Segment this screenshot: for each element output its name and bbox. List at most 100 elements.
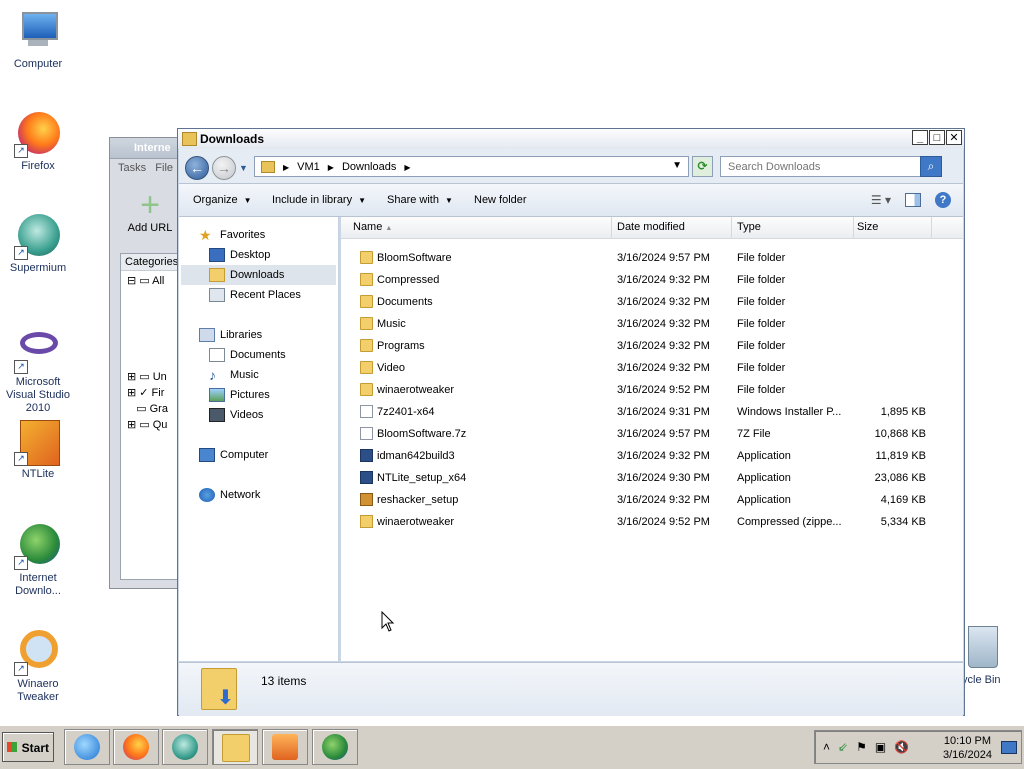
nav-libraries[interactable]: Libraries (199, 325, 357, 345)
search-icon[interactable]: ⌕ (920, 156, 942, 177)
file-row[interactable]: 7z2401-x64 3/16/2024 9:31 PM Windows Insta… (341, 401, 963, 423)
action-center-flag-icon[interactable]: ⚑ (856, 740, 867, 754)
desktop-icon-firefox[interactable]: ↗ Firefox (0, 110, 76, 173)
search-box[interactable]: ⌕ (720, 156, 942, 177)
nav-music[interactable]: ♪ Music (209, 365, 337, 385)
tree-item[interactable]: ▭ Gra (127, 401, 183, 417)
breadcrumb-downloads[interactable]: Downloads (342, 161, 396, 173)
forward-button[interactable]: → (212, 156, 236, 180)
file-name: Music (377, 318, 406, 330)
file-name: reshacker_setup (377, 494, 459, 506)
help-icon[interactable]: ? (935, 192, 951, 208)
start-button[interactable]: Start (2, 732, 54, 762)
desktop-icon-recycle-bin[interactable]: ycle Bin (962, 626, 1024, 686)
taskbar-idm[interactable] (312, 729, 358, 765)
nav-videos[interactable]: Videos (209, 405, 337, 425)
file-date-modified: 3/16/2024 9:32 PM (617, 362, 710, 374)
desktop-icon-computer[interactable]: Computer (0, 8, 76, 71)
nav-network[interactable]: Network (199, 485, 357, 505)
file-row[interactable]: Programs 3/16/2024 9:32 PM File folder (341, 335, 963, 357)
chevron-right-icon[interactable]: ▶ (283, 163, 289, 172)
desktop-icon-ntlite[interactable]: ↗ NTLite (0, 418, 76, 481)
nav-computer[interactable]: Computer (199, 445, 357, 465)
minimize-button[interactable]: _ (912, 130, 928, 145)
tree-item[interactable]: ⊟ ▭ All (127, 273, 183, 289)
clock-time: 10:10 PM (943, 735, 992, 747)
column-size[interactable]: Size (854, 217, 932, 238)
share-with-button[interactable]: Share with ▼ (387, 194, 453, 206)
title-bar[interactable]: Downloads _ □ ✕ (178, 129, 964, 149)
column-type[interactable]: Type (732, 217, 854, 238)
preview-pane-icon[interactable] (905, 193, 921, 207)
clock[interactable]: 10:10 PM 3/16/2024 (943, 734, 992, 762)
column-headers: Name ▲ Date modified Type Size (341, 217, 963, 239)
desktop-icon-label: Firefox (21, 160, 55, 172)
include-in-library-button[interactable]: Include in library ▼ (272, 194, 366, 206)
show-desktop-button[interactable] (1001, 741, 1017, 754)
file-row[interactable]: idman642build3 3/16/2024 9:32 PM Applicati… (341, 445, 963, 467)
file-name: Programs (377, 340, 425, 352)
file-icon (360, 471, 373, 484)
file-row[interactable]: winaerotweaker 3/16/2024 9:52 PM Compresse… (341, 511, 963, 533)
file-row[interactable]: BloomSoftware.7z 3/16/2024 9:57 PM 7Z File… (341, 423, 963, 445)
idm-tray-icon[interactable]: ⇙ (838, 740, 848, 754)
libraries-icon (199, 328, 215, 342)
desktop-icon-visual-studio[interactable]: ↗ Microsoft Visual Studio 2010 (0, 326, 76, 415)
chevron-right-icon[interactable]: ▶ (404, 163, 410, 172)
taskbar-supermium[interactable] (162, 729, 208, 765)
tree-item[interactable]: ⊞ ✓ Fir (127, 385, 183, 401)
history-dropdown-icon[interactable]: ▼ (239, 163, 248, 173)
nav-desktop[interactable]: Desktop (209, 245, 337, 265)
close-button[interactable]: ✕ (946, 130, 962, 145)
sort-up-icon: ▲ (385, 225, 393, 232)
tree-item[interactable]: ⊞ ▭ Qu (127, 417, 183, 433)
taskbar-firefox[interactable] (113, 729, 159, 765)
maximize-button[interactable]: □ (929, 130, 945, 145)
taskbar-internet-explorer[interactable] (64, 729, 110, 765)
file-row[interactable]: winaerotweaker 3/16/2024 9:52 PM File fold… (341, 379, 963, 401)
nav-pictures[interactable]: Pictures (209, 385, 337, 405)
column-date-modified[interactable]: Date modified (612, 217, 732, 238)
file-size: 1,895 KB (880, 406, 926, 418)
file-row[interactable]: Music 3/16/2024 9:32 PM File folder (341, 313, 963, 335)
desktop-icon-winaero[interactable]: ↗ Winaero Tweaker (0, 628, 76, 704)
shortcut-arrow-icon: ↗ (14, 662, 28, 676)
back-button[interactable]: ← (185, 156, 209, 180)
explorer-window[interactable]: Downloads _ □ ✕ ← → ▼ ▶ VM1 ▶ Downloads … (177, 128, 965, 716)
file-row[interactable]: reshacker_setup 3/16/2024 9:32 PM Applicat… (341, 489, 963, 511)
desktop-icon-supermium[interactable]: ↗ Supermium (0, 212, 76, 275)
file-row[interactable]: BloomSoftware 3/16/2024 9:57 PM File folde… (341, 247, 963, 269)
view-options-icon[interactable]: ☰ ▾ (871, 193, 891, 207)
file-row[interactable]: NTLite_setup_x64 3/16/2024 9:30 PM Applica… (341, 467, 963, 489)
add-url-button[interactable]: + Add URL (120, 188, 180, 234)
file-row[interactable]: Video 3/16/2024 9:32 PM File folder (341, 357, 963, 379)
column-name[interactable]: Name ▲ (341, 217, 612, 238)
volume-muted-icon[interactable]: 🔇 (894, 740, 909, 754)
chevron-right-icon[interactable]: ▶ (328, 163, 334, 172)
search-input[interactable] (726, 160, 910, 174)
organize-button[interactable]: Organize ▼ (193, 194, 252, 206)
breadcrumb-vm1[interactable]: VM1 (297, 161, 320, 173)
chevron-down-icon: ▼ (358, 196, 367, 205)
file-type: Application (737, 494, 791, 506)
nav-downloads[interactable]: Downloads (181, 265, 336, 285)
network-icon[interactable]: ▣ (875, 740, 886, 754)
file-row[interactable]: Compressed 3/16/2024 9:32 PM File folder (341, 269, 963, 291)
refresh-button[interactable]: ⟳ (692, 156, 713, 177)
nav-documents[interactable]: Documents (209, 345, 337, 365)
nav-recent-places[interactable]: Recent Places (209, 285, 337, 305)
address-dropdown-icon[interactable]: ▼ (672, 160, 682, 171)
folder-icon (182, 132, 197, 146)
caption-buttons: _ □ ✕ (912, 130, 962, 145)
taskbar-media-player[interactable] (262, 729, 308, 765)
menu-file[interactable]: File (155, 162, 173, 174)
taskbar-explorer[interactable] (212, 729, 258, 765)
tree-item[interactable]: ⊞ ▭ Un (127, 369, 183, 385)
show-hidden-icons-icon[interactable]: ˄ (823, 740, 830, 754)
address-bar[interactable]: ▶ VM1 ▶ Downloads ▶ ▼ (254, 156, 689, 177)
desktop-icon-idm[interactable]: ↗ Internet Downlo... (0, 522, 76, 598)
nav-favorites[interactable]: ★ Favorites (199, 225, 357, 245)
menu-tasks[interactable]: Tasks (118, 162, 146, 174)
file-row[interactable]: Documents 3/16/2024 9:32 PM File folder (341, 291, 963, 313)
new-folder-button[interactable]: New folder (474, 194, 527, 206)
